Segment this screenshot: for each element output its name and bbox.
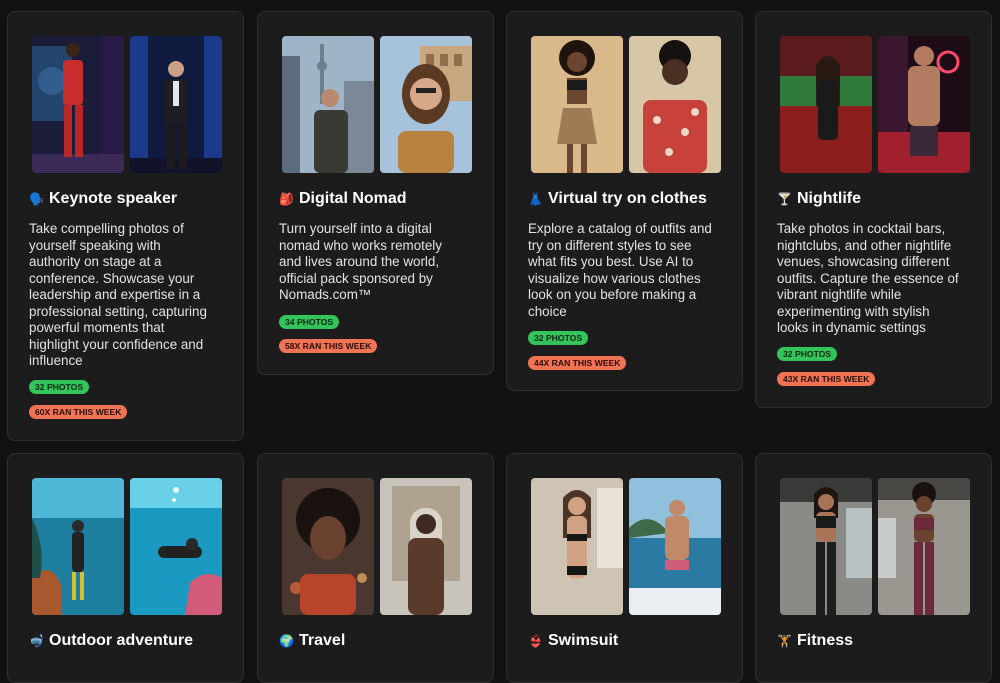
ran-this-week-badge: 43X RAN THIS WEEK <box>777 372 876 386</box>
photo-scuba-diver-reef <box>32 478 124 615</box>
photos-count-badge: 32 PHOTOS <box>29 380 90 394</box>
card-title: 👙 Swimsuit <box>528 632 738 650</box>
photo-woman-colosseum <box>380 36 472 173</box>
pack-card-nightlife[interactable]: 🍸 Nightlife Take photos in cocktail bars… <box>755 11 992 408</box>
pack-card-fitness[interactable]: 🏋️ Fitness <box>755 453 992 683</box>
photo-scuba-diver-blue <box>130 478 222 615</box>
photo-speaker-dark-suit <box>130 36 222 173</box>
photo-woman-pleated-skirt <box>531 36 623 173</box>
ran-this-week-badge: 58X RAN THIS WEEK <box>279 339 378 353</box>
card-title: 👗 Virtual try on clothes <box>528 190 738 208</box>
photo-man-floral-shirt <box>629 36 721 173</box>
card-title: 🗣️ Keynote speaker <box>29 190 239 208</box>
card-description: Turn yourself into a digital nomad who w… <box>279 221 442 302</box>
photos-count-badge: 34 PHOTOS <box>279 315 340 329</box>
photo-woman-curly-hair <box>282 478 374 615</box>
card-title: 🍸 Nightlife <box>777 190 987 208</box>
card-description: Take photos in cocktail bars, nightclubs… <box>777 221 959 335</box>
bikini-icon: 👙 <box>528 634 543 648</box>
photo-woman-bikini <box>531 478 623 615</box>
photo-man-boat <box>629 478 721 615</box>
card-photos <box>282 36 472 173</box>
photo-man-india-gate <box>380 478 472 615</box>
ran-this-week-badge: 60X RAN THIS WEEK <box>29 405 128 419</box>
card-title-text: Fitness <box>797 632 854 649</box>
diving-mask-icon: 🤿 <box>29 634 44 648</box>
card-title-text: Outdoor adventure <box>49 632 194 649</box>
photos-count-badge: 32 PHOTOS <box>777 347 838 361</box>
card-photos <box>780 478 970 615</box>
photo-woman-stadium <box>780 36 872 173</box>
card-photos <box>531 36 721 173</box>
card-title: 🏋️ Fitness <box>777 632 987 650</box>
weight-lifter-icon: 🏋️ <box>777 634 792 648</box>
card-title-text: Travel <box>299 632 346 649</box>
card-title-text: Swimsuit <box>548 632 619 649</box>
pack-card-keynote-speaker[interactable]: 🗣️ Keynote speaker Take compelling photo… <box>7 11 244 441</box>
cocktail-glass-icon: 🍸 <box>777 192 792 206</box>
pack-card-virtual-try-on[interactable]: 👗 Virtual try on clothes Explore a catal… <box>506 11 743 391</box>
card-title-text: Virtual try on clothes <box>548 190 707 207</box>
backpack-icon: 🎒 <box>279 192 294 206</box>
photo-man-neon-bar <box>878 36 970 173</box>
card-photos <box>282 478 472 615</box>
photo-woman-gym <box>780 478 872 615</box>
pack-card-swimsuit[interactable]: 👙 Swimsuit <box>506 453 743 683</box>
card-title-text: Keynote speaker <box>49 190 178 207</box>
card-description: Take compelling photos of yourself speak… <box>29 221 207 368</box>
card-title: 🎒 Digital Nomad <box>279 190 489 208</box>
dress-icon: 👗 <box>528 192 543 206</box>
photos-count-badge: 32 PHOTOS <box>528 331 589 345</box>
card-title-text: Digital Nomad <box>299 190 407 207</box>
card-photos <box>531 478 721 615</box>
card-title-text: Nightlife <box>797 190 861 207</box>
pack-card-travel[interactable]: 🌍 Travel <box>257 453 494 683</box>
card-description: Explore a catalog of outfits and try on … <box>528 221 712 319</box>
card-photos <box>32 36 222 173</box>
pack-card-digital-nomad[interactable]: 🎒 Digital Nomad Turn yourself into a dig… <box>257 11 494 375</box>
card-photos <box>780 36 970 173</box>
photo-woman-gym-maroon <box>878 478 970 615</box>
ran-this-week-badge: 44X RAN THIS WEEK <box>528 356 627 370</box>
photo-speaker-red-suit <box>32 36 124 173</box>
card-title: 🤿 Outdoor adventure <box>29 632 239 650</box>
card-photos <box>32 478 222 615</box>
photo-man-city-tower <box>282 36 374 173</box>
pack-card-outdoor-adventure[interactable]: 🤿 Outdoor adventure <box>7 453 244 683</box>
card-title: 🌍 Travel <box>279 632 489 650</box>
speaking-head-icon: 🗣️ <box>29 192 44 206</box>
globe-icon: 🌍 <box>279 634 294 648</box>
